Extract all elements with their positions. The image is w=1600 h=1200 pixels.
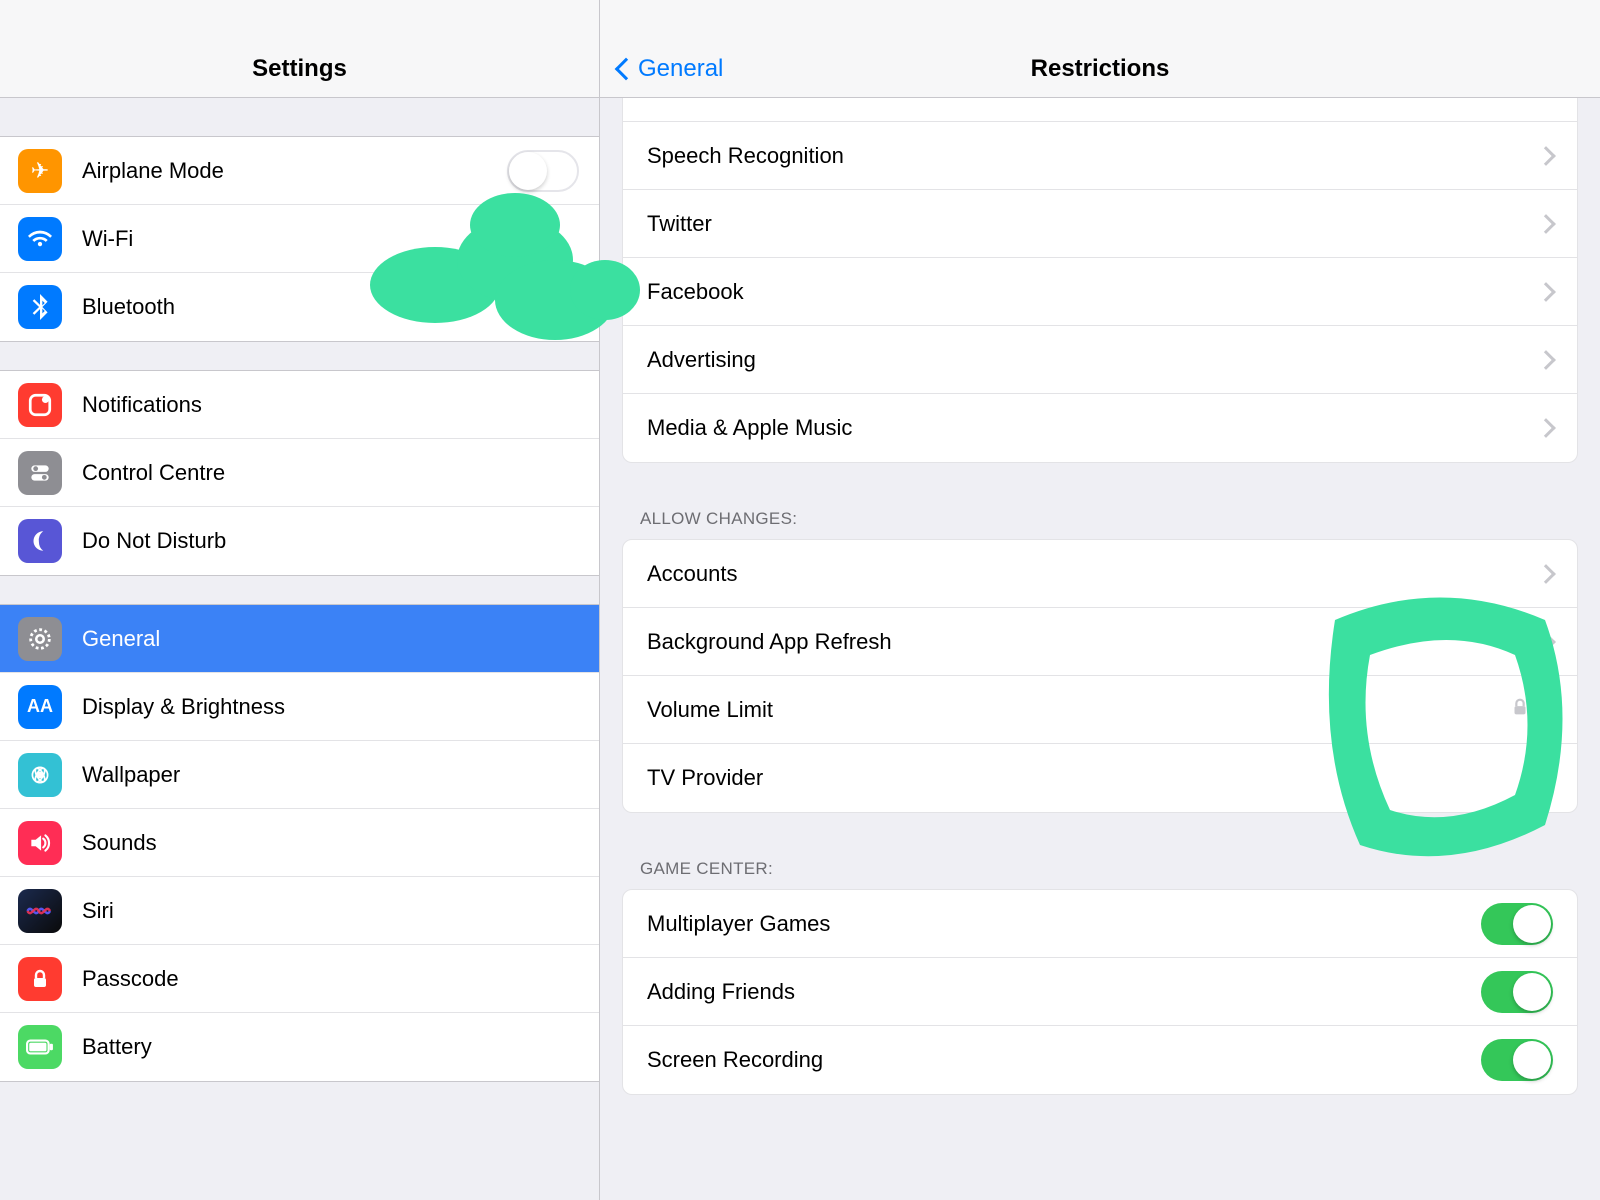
chevron-right-icon bbox=[1536, 632, 1556, 652]
row-background-app-refresh[interactable]: Background App Refresh bbox=[623, 608, 1577, 676]
sidebar-item-airplane[interactable]: ✈︎ Airplane Mode bbox=[0, 137, 599, 205]
airplane-icon: ✈︎ bbox=[18, 149, 62, 193]
sidebar-navbar: Settings bbox=[0, 0, 599, 98]
sidebar-item-dnd[interactable]: Do Not Disturb bbox=[0, 507, 599, 575]
sidebar-item-bluetooth[interactable]: Bluetooth On bbox=[0, 273, 599, 341]
row-speech-recognition[interactable]: Speech Recognition bbox=[623, 122, 1577, 190]
detail-title: Restrictions bbox=[1031, 55, 1170, 83]
game-center-group: Multiplayer Games Adding Friends Screen … bbox=[622, 889, 1578, 1095]
airplane-toggle[interactable] bbox=[507, 150, 579, 192]
sidebar-item-label: Do Not Disturb bbox=[82, 528, 226, 554]
sidebar-item-label: Control Centre bbox=[82, 460, 225, 486]
sidebar-item-label: Display & Brightness bbox=[82, 694, 285, 720]
chevron-right-icon bbox=[1536, 418, 1556, 438]
chevron-right-icon bbox=[1536, 700, 1556, 720]
row-label: Media & Apple Music bbox=[647, 415, 852, 441]
sidebar-item-battery[interactable]: Battery bbox=[0, 1013, 599, 1081]
sidebar-item-siri[interactable]: Siri bbox=[0, 877, 599, 945]
row-label: TV Provider bbox=[647, 765, 763, 791]
chevron-right-icon bbox=[1536, 282, 1556, 302]
screen-recording-toggle[interactable] bbox=[1481, 1039, 1553, 1081]
sidebar-title: Settings bbox=[252, 55, 347, 83]
sidebar-item-display[interactable]: AA Display & Brightness bbox=[0, 673, 599, 741]
row-label: Advertising bbox=[647, 347, 756, 373]
restrictions-group-partial: Speech Recognition Twitter Facebook Adve… bbox=[622, 98, 1578, 463]
row-label: Speech Recognition bbox=[647, 143, 844, 169]
row-label: Screen Recording bbox=[647, 1047, 823, 1073]
sidebar-item-label: Battery bbox=[82, 1034, 152, 1060]
sidebar-group-notif: Notifications Control Centre Do Not Dist… bbox=[0, 370, 599, 576]
row-facebook[interactable]: Facebook bbox=[623, 258, 1577, 326]
chevron-right-icon bbox=[1536, 146, 1556, 166]
sidebar-item-label: Airplane Mode bbox=[82, 158, 224, 184]
game-center-header: GAME CENTER: bbox=[600, 813, 1600, 889]
wifi-icon bbox=[18, 217, 62, 261]
row-adding-friends[interactable]: Adding Friends bbox=[623, 958, 1577, 1026]
wallpaper-icon bbox=[18, 753, 62, 797]
sounds-icon bbox=[18, 821, 62, 865]
bluetooth-icon bbox=[18, 285, 62, 329]
row-accounts[interactable]: Accounts bbox=[623, 540, 1577, 608]
row-advertising[interactable]: Advertising bbox=[623, 326, 1577, 394]
sidebar-group-general: General AA Display & Brightness Wallpape… bbox=[0, 604, 599, 1082]
row-volume-limit[interactable]: Volume Limit bbox=[623, 676, 1577, 744]
allow-changes-header: ALLOW CHANGES: bbox=[600, 463, 1600, 539]
detail-navbar: General Restrictions bbox=[600, 0, 1600, 98]
row-label: Background App Refresh bbox=[647, 629, 892, 655]
row-twitter[interactable]: Twitter bbox=[623, 190, 1577, 258]
sidebar-item-label: Notifications bbox=[82, 392, 202, 418]
sidebar-item-general[interactable]: General bbox=[0, 605, 599, 673]
detail-pane: General Restrictions Speech Recognition … bbox=[600, 0, 1600, 1200]
chevron-right-icon bbox=[1536, 350, 1556, 370]
row-label: Volume Limit bbox=[647, 697, 773, 723]
sidebar-item-wallpaper[interactable]: Wallpaper bbox=[0, 741, 599, 809]
sidebar-item-sounds[interactable]: Sounds bbox=[0, 809, 599, 877]
sidebar-item-label: Sounds bbox=[82, 830, 157, 856]
row-media-apple-music[interactable]: Media & Apple Music bbox=[623, 394, 1577, 462]
adding-friends-toggle[interactable] bbox=[1481, 971, 1553, 1013]
sidebar-item-label: Wallpaper bbox=[82, 762, 180, 788]
lock-icon bbox=[18, 957, 62, 1001]
sidebar-item-label: Wi-Fi bbox=[82, 226, 133, 252]
chevron-right-icon bbox=[1536, 214, 1556, 234]
row-tv-provider[interactable]: TV Provider bbox=[623, 744, 1577, 812]
row-label: Twitter bbox=[647, 211, 712, 237]
row-label: Facebook bbox=[647, 279, 744, 305]
sidebar-item-passcode[interactable]: Passcode bbox=[0, 945, 599, 1013]
row-label: Multiplayer Games bbox=[647, 911, 830, 937]
moon-icon bbox=[18, 519, 62, 563]
bluetooth-value: On bbox=[540, 294, 569, 320]
back-label: General bbox=[638, 55, 723, 83]
back-button[interactable]: General bbox=[610, 55, 723, 83]
allow-changes-group: Accounts Background App Refresh Volume L… bbox=[622, 539, 1578, 813]
sidebar-item-label: General bbox=[82, 626, 160, 652]
control-centre-icon bbox=[18, 451, 62, 495]
row-screen-recording[interactable]: Screen Recording bbox=[623, 1026, 1577, 1094]
lock-icon bbox=[1509, 696, 1531, 723]
row-label: Adding Friends bbox=[647, 979, 795, 1005]
settings-sidebar: Settings ✈︎ Airplane Mode Wi-Fi bbox=[0, 0, 600, 1200]
row-multiplayer-games[interactable]: Multiplayer Games bbox=[623, 890, 1577, 958]
chevron-left-icon bbox=[615, 58, 638, 81]
siri-icon bbox=[18, 889, 62, 933]
chevron-right-icon bbox=[1536, 564, 1556, 584]
sidebar-item-label: Passcode bbox=[82, 966, 179, 992]
sidebar-item-label: Siri bbox=[82, 898, 114, 924]
sidebar-group-connectivity: ✈︎ Airplane Mode Wi-Fi bbox=[0, 136, 599, 342]
notifications-icon bbox=[18, 383, 62, 427]
gear-icon bbox=[18, 617, 62, 661]
sidebar-item-wifi[interactable]: Wi-Fi bbox=[0, 205, 599, 273]
display-icon: AA bbox=[18, 685, 62, 729]
chevron-right-icon bbox=[1536, 768, 1556, 788]
sidebar-item-control-centre[interactable]: Control Centre bbox=[0, 439, 599, 507]
sidebar-item-notifications[interactable]: Notifications bbox=[0, 371, 599, 439]
sidebar-item-label: Bluetooth bbox=[82, 294, 175, 320]
battery-icon bbox=[18, 1025, 62, 1069]
multiplayer-toggle[interactable] bbox=[1481, 903, 1553, 945]
row-label: Accounts bbox=[647, 561, 738, 587]
